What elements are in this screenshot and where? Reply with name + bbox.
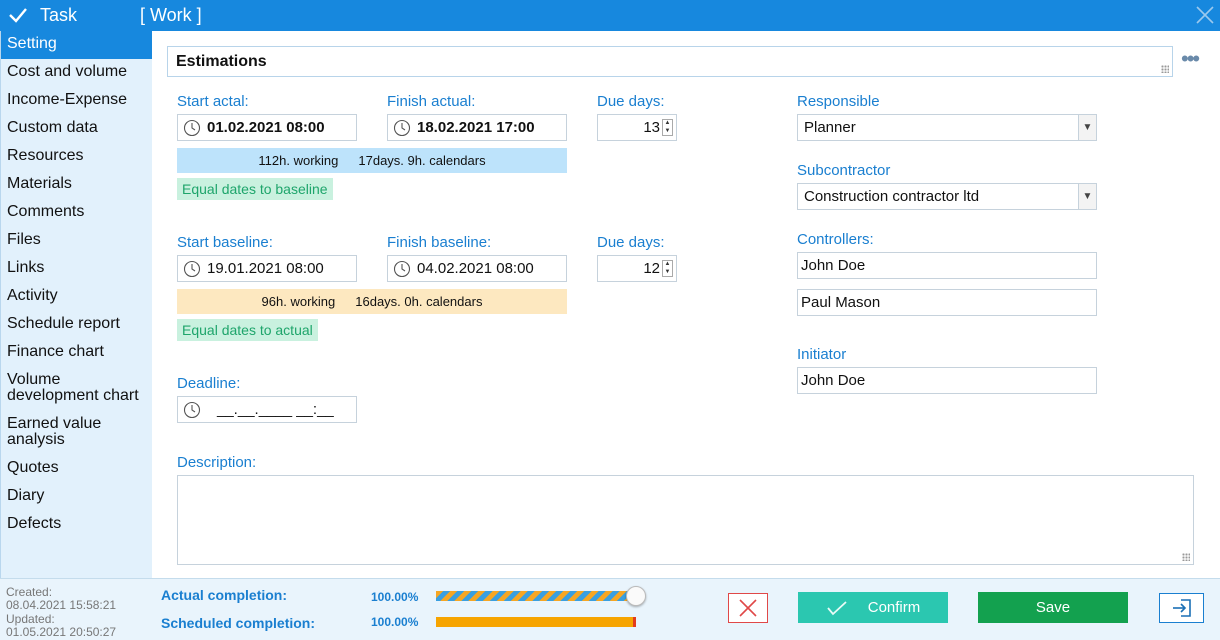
clock-icon <box>393 119 411 136</box>
chevron-down-icon[interactable]: ▼ <box>1078 184 1096 209</box>
sidebar-item-links[interactable]: Links <box>1 255 152 283</box>
equal-to-actual-badge: Equal dates to actual <box>177 319 318 341</box>
confirm-label: Confirm <box>867 599 921 616</box>
sidebar-item-setting[interactable]: Setting <box>1 31 152 59</box>
start-actual-label: Start actal: <box>177 93 249 110</box>
window-title: Task <box>40 5 78 25</box>
cancel-button[interactable] <box>728 593 768 623</box>
clock-icon <box>183 401 201 418</box>
due-days-actual-label: Due days: <box>597 93 665 110</box>
resize-grip-icon[interactable] <box>1182 553 1190 561</box>
stepper-arrows-icon[interactable]: ▲ ▼ <box>662 119 673 136</box>
sidebar-item-defects[interactable]: Defects <box>1 511 152 539</box>
window-subtitle: [ Work ] <box>140 5 202 25</box>
actual-calendar-days: 17days. 9h. calendars <box>358 153 486 168</box>
sidebar-item-diary[interactable]: Diary <box>1 483 152 511</box>
deadline-label: Deadline: <box>177 375 241 392</box>
sidebar-item-income-expense[interactable]: Income-Expense <box>1 87 152 115</box>
clock-icon <box>183 119 201 136</box>
estimations-title: Estimations <box>176 53 267 70</box>
more-dots-icon[interactable]: ••• <box>1181 48 1200 70</box>
start-baseline-label: Start baseline: <box>177 234 273 251</box>
sidebar-item-custom-data[interactable]: Custom data <box>1 115 152 143</box>
updated-value: 01.05.2021 20:50:27 <box>6 625 117 639</box>
due-days-actual-stepper[interactable]: 13 ▲ ▼ <box>597 114 677 141</box>
controller-item[interactable]: Paul Mason <box>797 289 1097 316</box>
close-icon[interactable] <box>1194 4 1216 26</box>
stepper-arrows-icon[interactable]: ▲ ▼ <box>662 260 673 277</box>
scheduled-completion-bar <box>436 617 636 627</box>
title-bar: Task [ Work ] <box>0 0 1220 31</box>
sidebar-item-comments[interactable]: Comments <box>1 199 152 227</box>
scheduled-completion-label: Scheduled completion: <box>161 615 316 631</box>
deadline-field[interactable]: __.__.____ __:__ <box>177 396 357 423</box>
sidebar-item-quotes[interactable]: Quotes <box>1 455 152 483</box>
sidebar-item-volume-development-chart[interactable]: Volume development chart <box>1 367 152 411</box>
start-baseline-value: 19.01.2021 08:00 <box>207 260 324 277</box>
estimations-title-field[interactable]: Estimations <box>167 46 1173 77</box>
deadline-value: __.__.____ __:__ <box>217 401 334 418</box>
baseline-calendar-days: 16days. 0h. calendars <box>355 294 483 309</box>
baseline-working-hours: 96h. working <box>261 294 336 309</box>
finish-actual-field[interactable]: 18.02.2021 17:00 <box>387 114 567 141</box>
exit-button[interactable] <box>1159 593 1204 623</box>
due-days-baseline-value: 12 <box>643 260 660 277</box>
clock-icon <box>393 260 411 277</box>
finish-baseline-field[interactable]: 04.02.2021 08:00 <box>387 255 567 282</box>
sidebar-item-materials[interactable]: Materials <box>1 171 152 199</box>
checkmark-icon <box>827 600 847 615</box>
sidebar-item-earned-value-analysis[interactable]: Earned value analysis <box>1 411 152 455</box>
sidebar-item-activity[interactable]: Activity <box>1 283 152 311</box>
finish-actual-label: Finish actual: <box>387 93 476 110</box>
due-days-baseline-label: Due days: <box>597 234 665 251</box>
created-value: 08.04.2021 15:58:21 <box>6 598 117 612</box>
save-label: Save <box>1035 599 1071 616</box>
slider-knob[interactable] <box>626 586 646 606</box>
description-textarea[interactable] <box>177 475 1194 565</box>
actual-completion-slider[interactable] <box>436 591 636 601</box>
save-button[interactable]: Save <box>978 592 1128 623</box>
resize-grip-icon[interactable] <box>1161 65 1169 73</box>
clock-icon <box>183 260 201 277</box>
due-days-actual-value: 13 <box>643 119 660 136</box>
sidebar-item-schedule-report[interactable]: Schedule report <box>1 311 152 339</box>
scheduled-completion-value: 100.00% <box>371 615 419 629</box>
exit-icon <box>1172 599 1191 617</box>
responsible-value: Planner <box>804 119 856 136</box>
actual-completion-label: Actual completion: <box>161 587 288 603</box>
sidebar-item-files[interactable]: Files <box>1 227 152 255</box>
start-actual-field[interactable]: 01.02.2021 08:00 <box>177 114 357 141</box>
due-days-baseline-stepper[interactable]: 12 ▲ ▼ <box>597 255 677 282</box>
subcontractor-label: Subcontractor <box>797 162 891 179</box>
start-baseline-field[interactable]: 19.01.2021 08:00 <box>177 255 357 282</box>
initiator-label: Initiator <box>797 346 847 363</box>
subcontractor-value: Construction contractor ltd <box>804 188 980 205</box>
subcontractor-select[interactable]: Construction contractor ltd ▼ <box>797 183 1097 210</box>
controller-item[interactable]: John Doe <box>797 252 1097 279</box>
description-label: Description: <box>177 454 257 471</box>
equal-to-baseline-badge: Equal dates to baseline <box>177 178 333 200</box>
finish-actual-value: 18.02.2021 17:00 <box>417 119 535 136</box>
check-icon <box>9 8 27 23</box>
responsible-label: Responsible <box>797 93 880 110</box>
actual-working-hours: 112h. working <box>258 153 339 168</box>
main-panel: Estimations ••• Start actal: 01.02.2021 … <box>152 31 1220 578</box>
responsible-select[interactable]: Planner ▼ <box>797 114 1097 141</box>
start-actual-value: 01.02.2021 08:00 <box>207 119 325 136</box>
sidebar-item-finance-chart[interactable]: Finance chart <box>1 339 152 367</box>
footer: Created: 08.04.2021 15:58:21 Updated: 01… <box>0 578 1220 640</box>
confirm-button[interactable]: Confirm <box>798 592 948 623</box>
chevron-down-icon[interactable]: ▼ <box>1078 115 1096 140</box>
initiator-field[interactable]: John Doe <box>797 367 1097 394</box>
finish-baseline-label: Finish baseline: <box>387 234 492 251</box>
controllers-label: Controllers: <box>797 231 874 248</box>
finish-baseline-value: 04.02.2021 08:00 <box>417 260 534 277</box>
sidebar-item-cost-and-volume[interactable]: Cost and volume <box>1 59 152 87</box>
baseline-duration-bar: 96h. working 16days. 0h. calendars <box>177 289 567 314</box>
actual-duration-bar: 112h. working 17days. 9h. calendars <box>177 148 567 173</box>
x-icon <box>739 599 757 617</box>
sidebar: Setting Cost and volume Income-Expense C… <box>0 31 152 578</box>
sidebar-item-resources[interactable]: Resources <box>1 143 152 171</box>
actual-completion-value: 100.00% <box>371 590 419 604</box>
